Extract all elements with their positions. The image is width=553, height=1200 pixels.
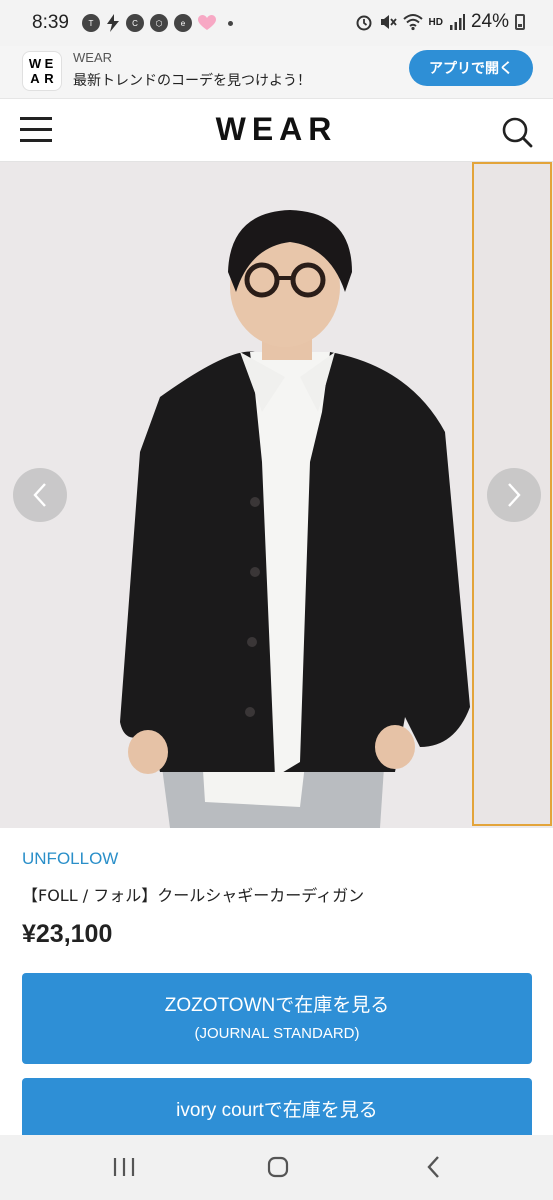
banner-app-name: WEAR (73, 50, 112, 65)
system-icons: HD 24% (355, 11, 525, 33)
recent-apps-icon[interactable] (112, 1155, 136, 1179)
alarm-icon (356, 15, 372, 31)
wifi-icon (402, 14, 423, 31)
app-banner: W E A R WEAR 最新トレンドのコーデを見つけよう！ アプリで開く (0, 46, 553, 99)
stock-button-label: ivory courtで在庫を見る (176, 1100, 378, 1121)
network-label: HD (428, 16, 443, 28)
brand-link[interactable]: UNFOLLOW (22, 849, 118, 869)
back-icon[interactable] (424, 1155, 444, 1179)
heart-icon (198, 15, 216, 30)
eats-icon: e (174, 14, 192, 32)
chevron-left-icon (33, 483, 46, 507)
banner-tagline: 最新トレンドのコーデを見つけよう！ (73, 73, 311, 89)
site-header: WEAR (0, 99, 553, 162)
product-name: 【FOLL / フォル】クールシャギーカーディガン (22, 886, 365, 905)
bolt-icon (107, 14, 119, 32)
product-photo[interactable] (0, 162, 470, 828)
gallery-prev-button[interactable] (13, 468, 67, 522)
battery-icon (515, 14, 525, 30)
open-in-app-button[interactable]: アプリで開く (409, 50, 533, 86)
stock-button-sublabel: (JOURNAL STANDARD) (194, 1025, 360, 1042)
notification-icons: T C ⬡ e (82, 14, 233, 32)
logo-letter: W (28, 56, 42, 71)
status-time: 8:39 (32, 12, 69, 33)
search-icon[interactable] (501, 116, 533, 148)
stock-button-label: ZOZOTOWNで在庫を見る (164, 995, 390, 1016)
system-navigation-bar (0, 1135, 553, 1200)
home-icon[interactable] (266, 1155, 290, 1179)
logo-letter: E (44, 56, 54, 71)
product-price: ¥23,100 (22, 920, 113, 948)
hexagon-icon: ⬡ (150, 14, 168, 32)
status-bar: 8:39 T C ⬡ e HD 24% (0, 0, 553, 46)
talk-icon: T (82, 14, 100, 32)
logo-letter: A (30, 71, 40, 86)
dot-icon (228, 20, 233, 26)
chevron-right-icon (508, 483, 521, 507)
product-image-gallery[interactable] (0, 162, 553, 828)
gallery-next-button[interactable] (487, 468, 541, 522)
battery-percent: 24% (470, 11, 509, 32)
zozotown-stock-button[interactable]: ZOZOTOWNで在庫を見る (JOURNAL STANDARD) (22, 973, 532, 1064)
wear-app-logo: W E A R (22, 51, 62, 91)
c-icon: C (126, 14, 144, 32)
logo-letter: R (44, 71, 54, 86)
signal-icon (449, 14, 465, 30)
site-logo[interactable]: WEAR (0, 111, 553, 148)
mute-icon (380, 15, 397, 29)
